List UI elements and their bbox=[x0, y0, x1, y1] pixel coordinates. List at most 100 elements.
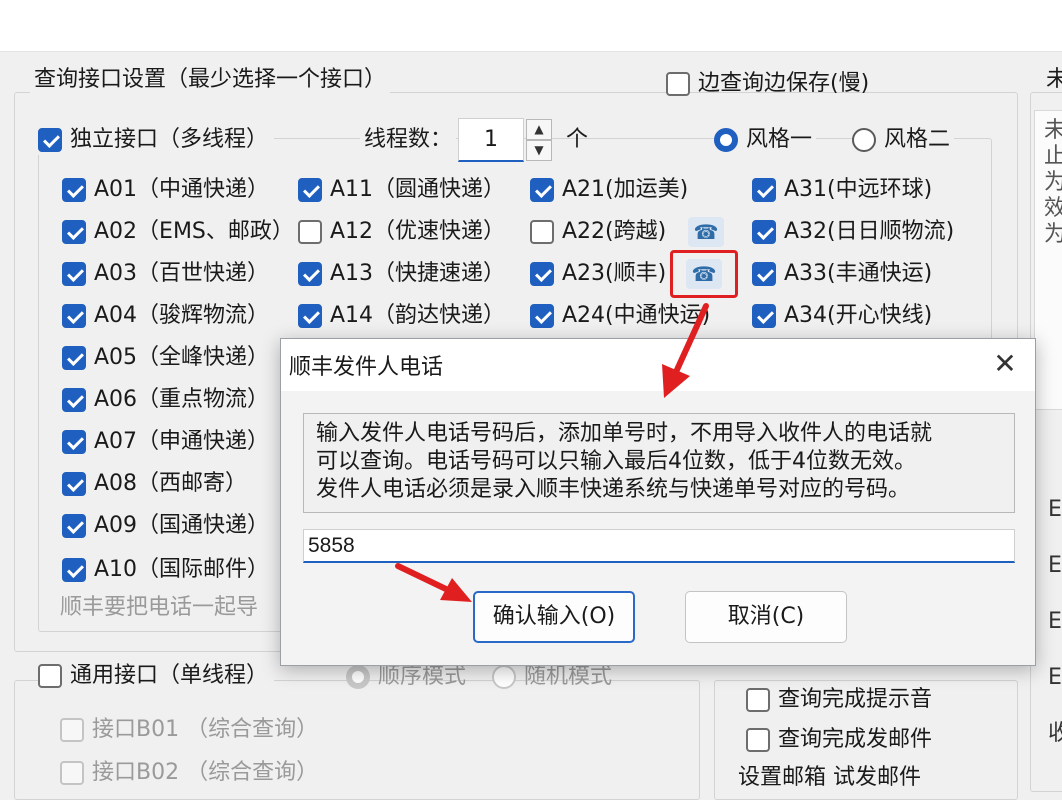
window-top-bar bbox=[0, 0, 1062, 52]
interface-a11-checkbox[interactable]: A11（圆通快递） bbox=[298, 175, 505, 205]
checkbox-icon bbox=[746, 688, 770, 712]
right-panel-title: 未 bbox=[1046, 67, 1062, 92]
checkbox-icon bbox=[752, 262, 776, 286]
phone-button-a23[interactable]: ☎ bbox=[686, 259, 722, 289]
dialog-message-box: 输入发件人电话号码后，添加单号时，不用导入收件人的电话就 可以查询。电话号码可以… bbox=[303, 413, 1015, 513]
radio-icon bbox=[852, 128, 876, 152]
sf-sender-phone-dialog: 顺丰发件人电话 ✕ 输入发件人电话号码后，添加单号时，不用导入收件人的电话就 可… bbox=[280, 338, 1036, 666]
phone-input[interactable]: 5858 bbox=[303, 529, 1015, 563]
checkbox-icon bbox=[62, 304, 86, 328]
general-checkbox[interactable]: 通用接口（单线程） bbox=[38, 661, 275, 691]
interface-a07-checkbox[interactable]: A07（申通快递） bbox=[62, 427, 269, 457]
checkbox-icon bbox=[38, 664, 62, 688]
right-char: E bbox=[1048, 553, 1062, 578]
checkbox-icon bbox=[530, 178, 554, 202]
interface-a02-checkbox[interactable]: A02（EMS、邮政） bbox=[62, 217, 294, 247]
spin-down-button[interactable]: ▼ bbox=[526, 140, 552, 161]
random-mode-radio[interactable]: 随机模式 bbox=[492, 662, 612, 692]
radio-icon bbox=[346, 665, 370, 689]
interface-a23-checkbox[interactable]: A23(顺丰) bbox=[530, 259, 666, 289]
checkbox-icon bbox=[62, 388, 86, 412]
sf-note: 顺丰要把电话一起导 bbox=[60, 595, 259, 620]
interface-a01-checkbox[interactable]: A01（中通快递） bbox=[62, 175, 269, 205]
right-panel-chars: 未 止 为 效 为 bbox=[1044, 118, 1062, 248]
checkbox-icon bbox=[530, 220, 554, 244]
email-settings-links[interactable]: 设置邮箱 试发邮件 bbox=[738, 764, 921, 792]
checkbox-icon bbox=[62, 346, 86, 370]
close-icon[interactable]: ✕ bbox=[987, 347, 1023, 383]
threads-label: 线程数： bbox=[360, 126, 457, 154]
interface-a05-checkbox[interactable]: A05（全峰快递） bbox=[62, 343, 269, 373]
dialog-message-line: 可以查询。电话号码可以只输入最后4位数，低于4位数无效。 bbox=[316, 449, 916, 474]
interface-a10-checkbox[interactable]: A10（国际邮件） bbox=[62, 555, 269, 585]
checkbox-icon bbox=[752, 304, 776, 328]
radio-icon bbox=[714, 128, 738, 152]
spin-up-button[interactable]: ▲ bbox=[526, 119, 552, 140]
interface-a14-checkbox[interactable]: A14（韵达快递） bbox=[298, 301, 505, 331]
checkbox-icon bbox=[298, 262, 322, 286]
right-char: 止 bbox=[1044, 144, 1062, 169]
dialog-title-bar: 顺丰发件人电话 ✕ bbox=[281, 339, 1035, 391]
right-char: 效 bbox=[1044, 196, 1062, 221]
checkbox-icon bbox=[60, 761, 84, 785]
checkbox-icon bbox=[62, 430, 86, 454]
dialog-message-line: 输入发件人电话号码后，添加单号时，不用导入收件人的电话就 bbox=[316, 421, 933, 446]
checkbox-icon bbox=[298, 178, 322, 202]
right-char: 未 bbox=[1044, 118, 1062, 143]
checkbox-icon bbox=[752, 220, 776, 244]
right-char: E bbox=[1048, 665, 1062, 690]
right-char: 收 bbox=[1048, 721, 1062, 746]
checkbox-icon bbox=[530, 262, 554, 286]
checkbox-icon bbox=[62, 262, 86, 286]
checkbox-icon bbox=[752, 178, 776, 202]
interface-a12-checkbox[interactable]: A12（优速快递） bbox=[298, 217, 505, 247]
interface-a32-checkbox[interactable]: A32(日日顺物流) bbox=[752, 217, 954, 247]
query-settings-title: 查询接口设置（最少选择一个接口） bbox=[30, 66, 391, 94]
save-while-query-checkbox[interactable]: 边查询边保存(慢) bbox=[666, 69, 869, 99]
interface-a31-checkbox[interactable]: A31(中远环球) bbox=[752, 175, 932, 205]
threads-unit: 个 bbox=[566, 127, 589, 152]
standalone-checkbox[interactable]: 独立接口（多线程） bbox=[38, 125, 275, 155]
right-char: 为 bbox=[1044, 222, 1062, 247]
checkbox-icon bbox=[62, 220, 86, 244]
dialog-title: 顺丰发件人电话 bbox=[289, 355, 444, 380]
phone-button-a22[interactable]: ☎ bbox=[688, 217, 724, 247]
checkbox-icon bbox=[298, 220, 322, 244]
style1-radio[interactable]: 风格一 bbox=[714, 125, 817, 155]
checkbox-icon bbox=[62, 514, 86, 538]
interface-a13-checkbox[interactable]: A13（快捷速递） bbox=[298, 259, 505, 289]
interface-a33-checkbox[interactable]: A33(丰通快运) bbox=[752, 259, 932, 289]
interface-a34-checkbox[interactable]: A34(开心快线) bbox=[752, 301, 932, 331]
checkbox-icon bbox=[666, 72, 690, 96]
threads-input[interactable]: 1 bbox=[458, 118, 524, 162]
interface-b01-checkbox[interactable]: 接口B01 （综合查询） bbox=[60, 715, 318, 745]
style2-radio[interactable]: 风格二 bbox=[852, 125, 955, 155]
checkbox-icon bbox=[298, 304, 322, 328]
interface-a06-checkbox[interactable]: A06（重点物流） bbox=[62, 385, 269, 415]
radio-icon bbox=[492, 665, 516, 689]
completion-sound-checkbox[interactable]: 查询完成提示音 bbox=[746, 685, 932, 715]
interface-a04-checkbox[interactable]: A04（骏辉物流） bbox=[62, 301, 269, 331]
checkbox-icon bbox=[62, 178, 86, 202]
right-char: E bbox=[1048, 609, 1062, 634]
completion-email-checkbox[interactable]: 查询完成发邮件 bbox=[746, 725, 932, 755]
sequence-mode-radio[interactable]: 顺序模式 bbox=[346, 662, 466, 692]
checkbox-icon bbox=[62, 472, 86, 496]
interface-a08-checkbox[interactable]: A08（西邮寄） bbox=[62, 469, 247, 499]
interface-a03-checkbox[interactable]: A03（百世快递） bbox=[62, 259, 269, 289]
interface-a22-checkbox[interactable]: A22(跨越) bbox=[530, 217, 666, 247]
right-char: E bbox=[1048, 497, 1062, 522]
checkbox-icon bbox=[38, 128, 62, 152]
interface-a24-checkbox[interactable]: A24(中通快运) bbox=[530, 301, 710, 331]
right-char: 为 bbox=[1044, 170, 1062, 195]
checkbox-icon bbox=[60, 718, 84, 742]
interface-a21-checkbox[interactable]: A21(加运美) bbox=[530, 175, 688, 205]
dialog-message-line: 发件人电话必须是录入顺丰快递系统与快递单号对应的号码。 bbox=[316, 477, 911, 502]
checkbox-icon bbox=[530, 304, 554, 328]
interface-b02-checkbox[interactable]: 接口B02 （综合查询） bbox=[60, 758, 318, 788]
confirm-button[interactable]: 确认输入(O) bbox=[473, 591, 635, 643]
interface-a09-checkbox[interactable]: A09（国通快递） bbox=[62, 511, 269, 541]
phone-icon: ☎ bbox=[691, 262, 717, 286]
cancel-button[interactable]: 取消(C) bbox=[685, 591, 847, 643]
checkbox-icon bbox=[746, 728, 770, 752]
